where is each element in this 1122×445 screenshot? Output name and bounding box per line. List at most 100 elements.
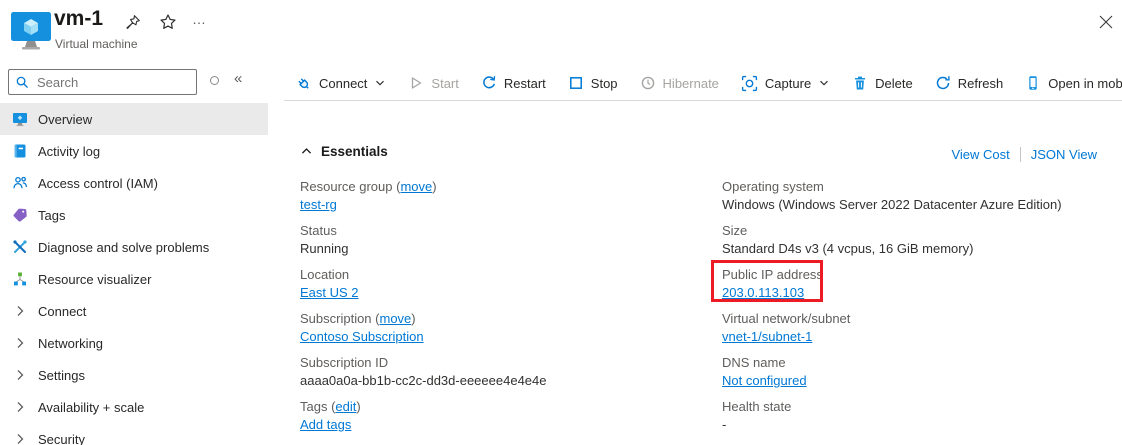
sidebar-item-networking[interactable]: Networking: [0, 327, 268, 359]
field-label: Status: [300, 223, 337, 238]
field-location: Location East US 2: [300, 266, 710, 302]
json-view-link[interactable]: JSON View: [1031, 147, 1097, 162]
delete-button[interactable]: Delete: [841, 66, 924, 100]
sidebar-item-label: Resource visualizer: [38, 271, 152, 287]
sidebar-item-tags[interactable]: Tags: [0, 199, 268, 231]
capture-icon: [741, 75, 758, 92]
capture-button[interactable]: Capture: [730, 66, 841, 100]
sidebar-item-label: Diagnose and solve problems: [38, 239, 210, 255]
field-label: Location: [300, 267, 350, 282]
search-box[interactable]: [8, 69, 197, 95]
sidebar-item-diagnose[interactable]: Diagnose and solve problems: [0, 231, 268, 263]
monitor-icon: [12, 111, 28, 127]
move-subscription-link[interactable]: move: [379, 311, 411, 326]
sidebar-item-label: Access control (IAM): [38, 175, 158, 191]
pin-icon[interactable]: [124, 14, 141, 31]
dock-toggle-icon[interactable]: [210, 76, 219, 85]
chevron-right-icon: [12, 431, 28, 445]
location-link[interactable]: East US 2: [300, 285, 359, 300]
size-value: Standard D4s v3 (4 vcpus, 16 GiB memory): [722, 241, 974, 256]
subscription-id-value: aaaa0a0a-bb1b-cc2c-dd3d-eeeeee4e4e4e: [300, 373, 547, 388]
open-in-mobile-button[interactable]: Open in mobile: [1014, 66, 1122, 100]
resource-group-link[interactable]: test-rg: [300, 197, 337, 212]
toolbar-divider: [284, 100, 1122, 101]
resource-tree-icon: [12, 271, 28, 287]
field-size: Size Standard D4s v3 (4 vcpus, 16 GiB me…: [722, 222, 1114, 258]
field-label: Virtual network/subnet: [722, 311, 851, 326]
sidebar-item-label: Availability + scale: [38, 399, 145, 415]
chevron-down-icon: [818, 77, 830, 89]
view-cost-link[interactable]: View Cost: [951, 147, 1009, 162]
public-ip-link[interactable]: 203.0.113.103: [722, 285, 804, 300]
sidebar-item-settings[interactable]: Settings: [0, 359, 268, 391]
field-label: Subscription (: [300, 311, 380, 326]
field-label: DNS name: [722, 355, 786, 370]
field-resource-group: Resource group (move) test-rg: [300, 179, 437, 212]
essentials-title: Essentials: [321, 144, 388, 159]
refresh-button[interactable]: Refresh: [924, 66, 1015, 100]
clock-icon: [640, 75, 656, 91]
edit-tags-link[interactable]: edit: [335, 399, 356, 414]
play-icon: [408, 75, 424, 91]
close-icon[interactable]: [1099, 15, 1113, 29]
stop-button[interactable]: Stop: [557, 66, 629, 100]
operating-system-value: Windows (Windows Server 2022 Datacenter …: [722, 197, 1062, 212]
dns-name-link[interactable]: Not configured: [722, 373, 807, 388]
field-health-state: Health state -: [722, 398, 1114, 434]
stop-square-icon: [568, 75, 584, 91]
link-divider: [1019, 147, 1021, 162]
favorite-star-icon[interactable]: [159, 13, 177, 31]
sidebar-item-connect[interactable]: Connect: [0, 295, 268, 327]
connect-button[interactable]: Connect: [284, 66, 397, 100]
start-button[interactable]: Start: [397, 66, 469, 100]
chevron-up-icon: [300, 145, 313, 158]
status-value: Running: [300, 241, 349, 256]
field-subscription: Subscription (move) Contoso Subscription: [300, 311, 424, 344]
sidebar-item-label: Settings: [38, 367, 85, 383]
sidebar-item-label: Connect: [38, 303, 87, 319]
sidebar-item-availability-scale[interactable]: Availability + scale: [0, 391, 268, 423]
sidebar-item-resource-visualizer[interactable]: Resource visualizer: [0, 263, 268, 295]
field-label: Public IP address: [722, 267, 823, 282]
sidebar-item-activity-log[interactable]: Activity log: [0, 135, 268, 167]
hibernate-button[interactable]: Hibernate: [629, 66, 730, 100]
chevron-right-icon: [12, 335, 28, 351]
people-icon: [12, 175, 28, 191]
search-input[interactable]: [35, 73, 190, 91]
field-dns-name: DNS name Not configured: [722, 354, 1114, 390]
field-public-ip: Public IP address 203.0.113.103: [711, 260, 1114, 302]
azure-vm-overview-page: vm-1 Virtual machine … « Overview Activi…: [0, 0, 1122, 445]
chevron-right-icon: [12, 399, 28, 415]
field-label: Operating system: [722, 179, 824, 194]
sidebar-item-security[interactable]: Security: [0, 423, 268, 445]
essentials-links: View Cost JSON View: [951, 147, 1097, 162]
virtual-machine-icon: [10, 11, 52, 56]
field-virtual-network: Virtual network/subnet vnet-1/subnet-1: [722, 310, 1114, 346]
add-tags-link[interactable]: Add tags: [300, 417, 351, 432]
restart-button[interactable]: Restart: [470, 66, 557, 100]
trash-icon: [852, 75, 868, 91]
sidebar-item-label: Networking: [38, 335, 104, 351]
field-operating-system: Operating system Windows (Windows Server…: [722, 178, 1114, 214]
move-resource-group-link[interactable]: move: [400, 179, 432, 194]
field-label: Resource group (: [300, 179, 401, 194]
essentials-collapse-toggle[interactable]: Essentials: [300, 144, 388, 159]
refresh-icon: [935, 75, 951, 91]
header-more-icon[interactable]: …: [192, 12, 207, 26]
sidebar-item-overview[interactable]: Overview: [0, 103, 268, 135]
sidebar-item-label: Tags: [38, 207, 66, 223]
sidebar-item-label: Security: [38, 431, 85, 445]
chevron-down-icon: [374, 77, 386, 89]
vnet-subnet-link[interactable]: vnet-1/subnet-1: [722, 329, 812, 344]
restart-icon: [481, 75, 497, 91]
field-label: Size: [722, 223, 748, 238]
collapse-sidebar-icon[interactable]: «: [234, 70, 242, 87]
sidebar-item-label: Overview: [38, 111, 93, 127]
field-label: Subscription ID: [300, 355, 389, 370]
field-tags: Tags (edit) Add tags: [300, 399, 361, 432]
subscription-link[interactable]: Contoso Subscription: [300, 329, 424, 344]
search-icon: [15, 75, 30, 90]
field-label: Health state: [722, 399, 792, 414]
sidebar-menu: Overview Activity log Access control (IA…: [0, 103, 268, 445]
sidebar-item-access-control[interactable]: Access control (IAM): [0, 167, 268, 199]
